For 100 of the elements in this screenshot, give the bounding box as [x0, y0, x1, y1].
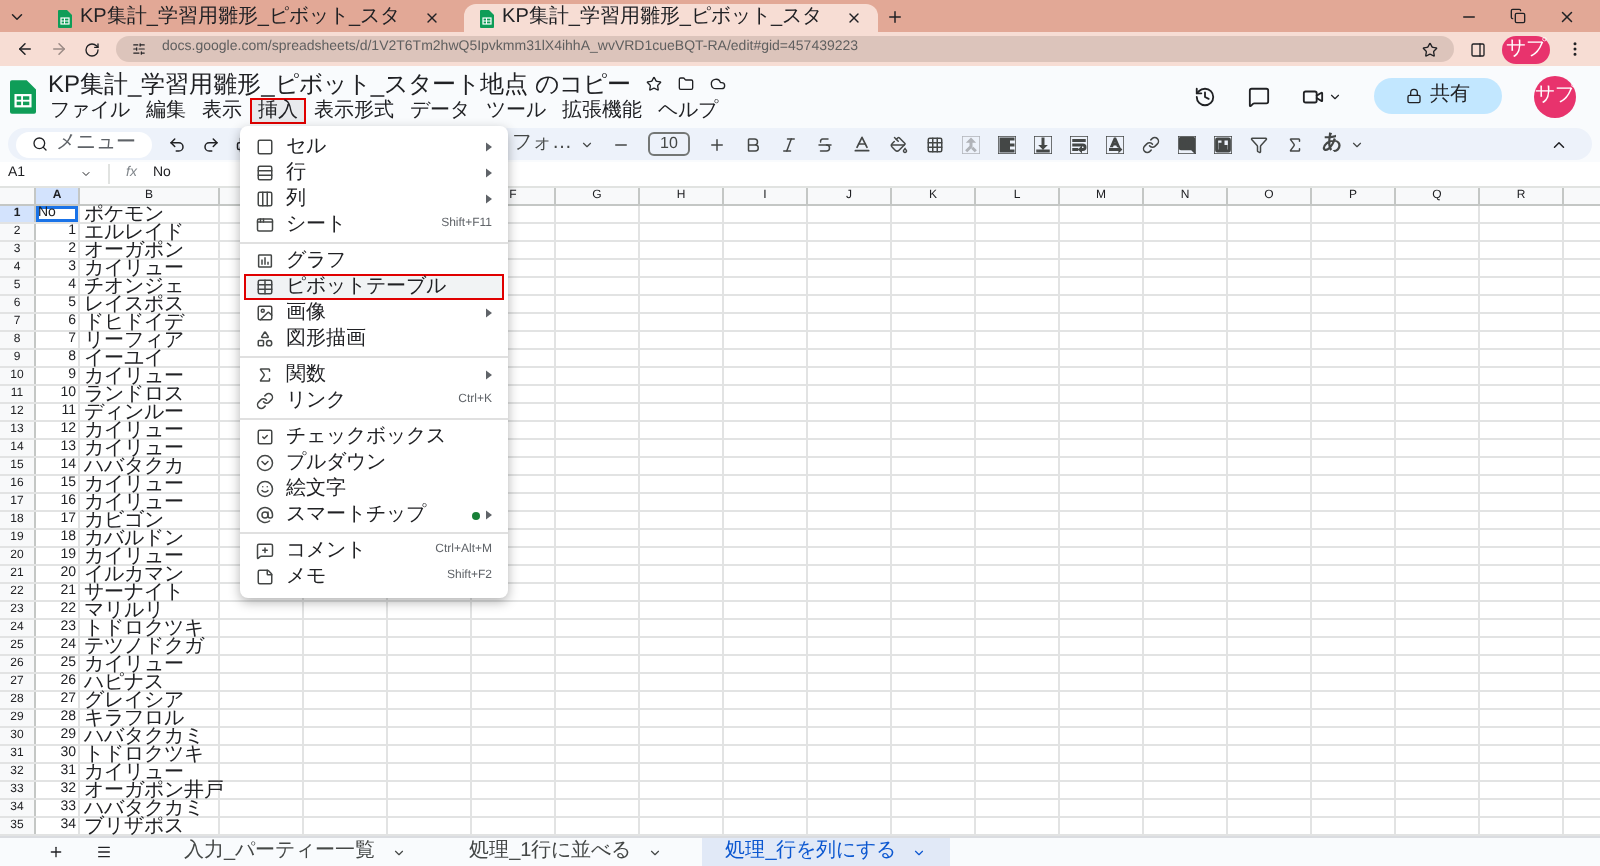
star-icon[interactable] — [1422, 41, 1438, 57]
menu-option[interactable]: スマートチップ — [244, 502, 504, 528]
menu-option-label: チェックボックス — [286, 427, 446, 447]
redo-icon[interactable] — [202, 135, 220, 153]
site-settings-icon[interactable] — [132, 42, 146, 56]
add-sheet-icon[interactable] — [48, 844, 64, 860]
table-cell: グレイシア — [84, 692, 184, 710]
menu-option-label: グラフ — [286, 251, 346, 271]
text-color-icon[interactable] — [851, 134, 872, 154]
table-cell: カイリュー — [84, 440, 184, 458]
menu-search-field[interactable]: メニュー — [16, 131, 152, 157]
history-icon[interactable] — [1194, 85, 1216, 107]
menu-option[interactable]: ピボットテーブル — [244, 274, 504, 300]
table-cell: イーユイ — [84, 350, 164, 368]
bar-chart-icon — [256, 252, 274, 270]
caret-icon — [391, 845, 406, 859]
sheets-logo-icon[interactable] — [480, 9, 495, 27]
menu-option-label: 図形描画 — [286, 329, 366, 349]
sheets-logo-icon[interactable] — [58, 9, 72, 27]
table-cell: エルレイド — [84, 224, 184, 242]
share-button[interactable]: 共有 — [1374, 78, 1502, 114]
bold-icon[interactable] — [743, 135, 762, 153]
menu-item[interactable]: 挿入 — [250, 98, 306, 124]
caret-icon — [912, 845, 927, 859]
profile-avatar[interactable]: サプ — [1502, 35, 1550, 63]
lock-icon — [1406, 88, 1422, 104]
caret-icon[interactable] — [1328, 89, 1342, 103]
menu-item[interactable]: ヘルプ — [650, 98, 726, 124]
table-cell: カイリュー — [84, 764, 184, 782]
menu-item[interactable]: ファイル — [42, 98, 138, 124]
search-icon — [32, 136, 48, 152]
menu-option[interactable]: 画像 — [244, 300, 504, 326]
menu-option[interactable]: プルダウン — [244, 450, 504, 476]
table-cell: カビゴン — [84, 512, 164, 530]
sheet-tab[interactable]: 処理_1行に並べる — [445, 837, 686, 866]
video-icon[interactable] — [1302, 85, 1324, 107]
menu-item[interactable]: 編集 — [138, 98, 194, 124]
sigma-icon[interactable] — [1285, 135, 1304, 153]
menu-item[interactable]: ツール — [478, 98, 554, 124]
close-icon[interactable] — [424, 10, 441, 26]
strikethrough-icon[interactable] — [815, 135, 834, 153]
close-icon[interactable] — [1558, 7, 1576, 25]
menu-option[interactable]: 絵文字 — [244, 476, 504, 502]
reload-icon[interactable] — [84, 41, 100, 57]
menu-item[interactable]: データ — [402, 98, 478, 124]
wrap-icon[interactable] — [1069, 135, 1088, 153]
borders-icon[interactable] — [925, 135, 944, 153]
document-title[interactable]: KP集計_学習用雛形_ピボット_スタート地点 のコピー — [48, 71, 631, 95]
comments-icon[interactable] — [1248, 85, 1270, 107]
italic-icon[interactable] — [779, 135, 798, 153]
back-icon[interactable] — [16, 40, 34, 58]
side-panel-icon[interactable] — [1470, 41, 1486, 57]
menu-item[interactable]: 表示形式 — [306, 98, 402, 124]
close-icon[interactable] — [846, 10, 863, 26]
filter-icon[interactable] — [1249, 135, 1268, 153]
menu-option[interactable]: 行 — [244, 160, 504, 186]
table-cell: ハピナス — [84, 674, 164, 692]
menu-option[interactable]: 図形描画 — [244, 326, 504, 352]
folder-icon[interactable] — [678, 75, 695, 91]
table-cell: テツノドクガ — [84, 638, 204, 656]
table-cell: カイリュー — [84, 656, 184, 674]
browser-tab[interactable]: KP集計_学習用雛形_ピボット_スタ — [464, 4, 879, 32]
increase-size-icon[interactable] — [707, 135, 726, 153]
restore-icon[interactable] — [1510, 7, 1526, 23]
input-mode-dropdown[interactable]: あ — [1321, 134, 1364, 154]
sheets-logo-icon[interactable] — [10, 79, 36, 113]
table-cell: イルカマン — [84, 566, 184, 584]
sheet-tab[interactable]: 入力_パーティー一覧 — [160, 837, 430, 866]
link-icon[interactable] — [1141, 135, 1160, 153]
menu-option[interactable]: グラフ — [244, 248, 504, 274]
undo-icon[interactable] — [168, 135, 186, 153]
menu-option-label: ピボットテーブル — [286, 277, 446, 297]
table-cell: ハバタクカミ — [84, 800, 204, 818]
sheet-tab[interactable]: 処理_行を列にする — [701, 837, 951, 866]
menu-option-label: リンク — [286, 391, 346, 411]
user-avatar[interactable]: サプ — [1534, 75, 1576, 117]
dropdown-icon — [256, 454, 274, 472]
menu-item[interactable]: 拡張機能 — [554, 98, 650, 124]
menu-option-label: メモ — [286, 567, 326, 587]
menu-option-label: 関数 — [286, 365, 326, 385]
menu-option-label: 絵文字 — [286, 479, 346, 499]
vertical-align-icon[interactable] — [1033, 135, 1052, 153]
menu-option[interactable]: 関数 — [244, 362, 504, 388]
star-icon[interactable] — [646, 75, 663, 91]
menu-option-label: コメント — [286, 541, 366, 561]
table-cell: カイリュー — [84, 368, 184, 386]
browser-tab[interactable]: KP集計_学習用雛形_ピボット_スタ — [42, 4, 457, 32]
menu-option[interactable]: セル — [244, 134, 504, 160]
font-dropdown[interactable]: フォ… — [512, 134, 594, 154]
new-tab-icon[interactable] — [886, 7, 905, 25]
all-sheets-icon[interactable] — [96, 844, 112, 860]
table-cell: ハバタクカ — [84, 458, 184, 476]
menu-option[interactable]: チェックボックス — [244, 424, 504, 450]
table-cell: ハバタクカミ — [84, 728, 204, 746]
caret-icon — [1349, 137, 1364, 151]
menu-option-label: シート — [286, 215, 346, 235]
menu-item[interactable]: 表示 — [194, 98, 250, 124]
fill-color-icon[interactable] — [889, 135, 908, 153]
font-size-field[interactable]: 10 — [648, 132, 690, 156]
cloud-icon[interactable] — [710, 75, 727, 91]
